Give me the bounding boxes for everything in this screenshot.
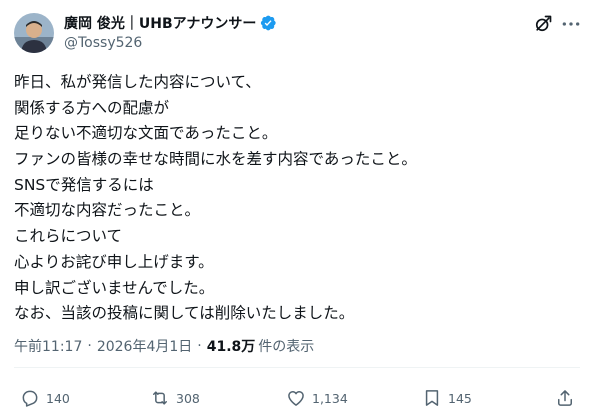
more-icon[interactable] (561, 14, 581, 34)
post-line: SNSで発信するには (14, 175, 154, 194)
share-icon (558, 390, 572, 406)
avatar-photo (14, 13, 54, 53)
post-line: これらについて (14, 227, 123, 246)
views-label: 件の表示 (258, 339, 315, 355)
bookmark-count: 145 (448, 390, 472, 406)
heart-icon (288, 391, 304, 406)
post-line: 関係する方への配慮が (14, 98, 170, 117)
avatar[interactable] (14, 13, 54, 53)
post-meta: 午前11:17 · 2026年4月1日 · 41.8万 件の表示 (14, 336, 314, 356)
author-display-name[interactable]: 廣岡 俊光｜UHBアナウンサー (64, 13, 256, 33)
post-line: 足りない不適切な文面であったこと。 (14, 124, 278, 143)
repost-button[interactable]: 308 (150, 386, 200, 410)
grok-icon[interactable] (533, 14, 553, 34)
like-button[interactable]: 1,134 (286, 386, 348, 410)
views-count: 41.8万 (206, 339, 256, 355)
post-date[interactable]: 2026年4月1日 (97, 336, 192, 356)
post-line: なお、当該の投稿に関しては削除いたしました。 (14, 304, 355, 323)
post-line: 昨日、私が発信した内容について、 (14, 73, 261, 91)
reply-count: 140 (46, 390, 70, 406)
post-line: 不適切な内容だったこと。 (14, 201, 201, 220)
verified-badge-icon (261, 15, 277, 31)
like-count: 1,134 (312, 390, 348, 406)
meta-separator: · (87, 338, 92, 354)
repost-count: 308 (176, 390, 200, 406)
post-line: 心よりお詫び申し上げます。 (14, 252, 214, 271)
bookmark-icon (425, 390, 439, 406)
author-handle[interactable]: @Tossy526 (64, 35, 142, 51)
post-line: 申し訳ございませんでした。 (14, 278, 215, 297)
reply-icon (22, 390, 38, 407)
repost-icon (153, 391, 167, 405)
meta-separator: · (197, 338, 202, 354)
share-button[interactable] (555, 386, 581, 410)
divider (14, 367, 580, 368)
post-line: ファンの皆様の幸せな時間に水を差す内容であったこと。 (14, 150, 417, 169)
reply-button[interactable]: 140 (20, 386, 70, 410)
bookmark-button[interactable]: 145 (422, 386, 472, 410)
post-text: 昨日、私が発信した内容について、 関係する方への配慮が 足りない不適切な文面であ… (14, 70, 584, 327)
post-time[interactable]: 午前11:17 (14, 336, 82, 356)
author-name-row[interactable]: 廣岡 俊光｜UHBアナウンサー (64, 13, 277, 33)
